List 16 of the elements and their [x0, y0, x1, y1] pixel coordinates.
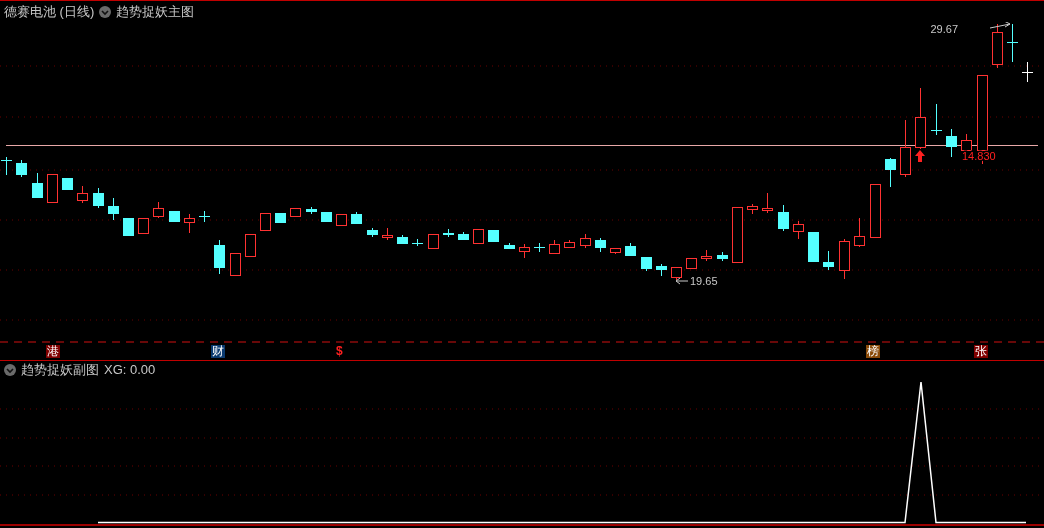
marker-symbol: $ [335, 345, 344, 358]
price-label: 29.67 [930, 23, 958, 35]
up-arrow-icon [915, 150, 925, 162]
arrow-icon [989, 22, 1011, 29]
marker-badge: 榜 [866, 345, 880, 358]
indicator-value: XG: 0.00 [104, 362, 156, 377]
price-label: 19.65 [690, 275, 718, 287]
arrow-icon [675, 277, 689, 285]
stock-title: 德赛电池 (日线) [4, 2, 95, 21]
chevron-down-icon[interactable] [99, 5, 112, 18]
marker-badge: 港 [46, 345, 60, 358]
indicator-name: 趋势捉妖副图 [21, 360, 99, 379]
marker-badge: 张 [974, 345, 988, 358]
indicator-name: 趋势捉妖主图 [116, 2, 195, 21]
marker-badge: 财 [211, 345, 225, 358]
chevron-down-icon[interactable] [4, 363, 16, 376]
